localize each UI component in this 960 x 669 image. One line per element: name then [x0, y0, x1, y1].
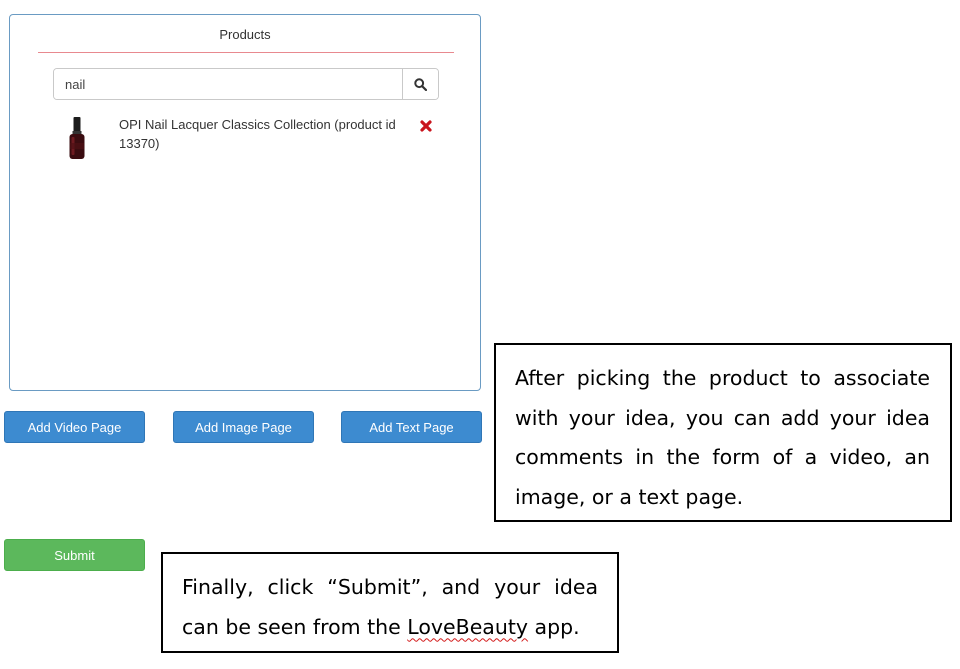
- add-image-page-button[interactable]: Add Image Page: [173, 411, 314, 443]
- search-input[interactable]: [54, 69, 402, 99]
- add-video-page-button[interactable]: Add Video Page: [4, 411, 145, 443]
- search-icon: [414, 77, 427, 91]
- panel-title: Products: [219, 27, 271, 42]
- remove-x-icon[interactable]: [419, 119, 433, 133]
- callout-submit: Finally, click “Submit”, and your idea c…: [161, 552, 619, 653]
- product-search: [53, 68, 439, 100]
- callout-add-pages: After picking the product to associate w…: [494, 343, 952, 522]
- product-name: OPI Nail Lacquer Classics Collection (pr…: [119, 117, 396, 151]
- products-panel: Products OPI Nail Lacquer Classics Colle…: [9, 14, 481, 391]
- title-divider: [38, 52, 454, 53]
- search-button[interactable]: [402, 69, 438, 99]
- product-result-row: OPI Nail Lacquer Classics Collection (pr…: [63, 115, 443, 165]
- nail-polish-bottle-icon: [69, 117, 85, 159]
- callout-submit-tail: app.: [528, 614, 580, 639]
- app-name: LoveBeauty: [407, 614, 529, 639]
- submit-button[interactable]: Submit: [4, 539, 145, 571]
- add-text-page-button[interactable]: Add Text Page: [341, 411, 482, 443]
